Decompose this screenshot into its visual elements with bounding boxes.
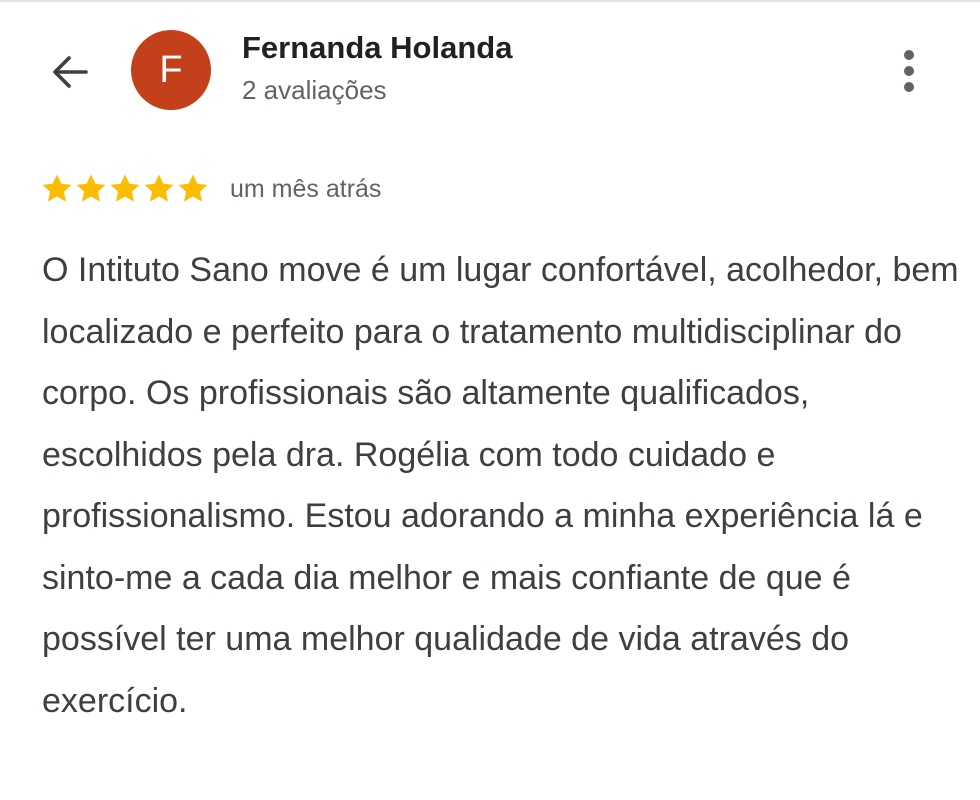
review-text: O Intituto Sano move é um lugar confortá… bbox=[42, 251, 959, 720]
arrow-back-icon bbox=[53, 56, 88, 88]
star-rating bbox=[40, 172, 210, 206]
review-time: um mês atrás bbox=[230, 174, 382, 203]
avatar-initial: F bbox=[159, 48, 183, 91]
more-options-button[interactable] bbox=[886, 46, 932, 96]
star-icon bbox=[178, 174, 208, 202]
avatar[interactable]: F bbox=[131, 30, 211, 110]
back-button[interactable] bbox=[44, 46, 96, 98]
star-icon bbox=[110, 174, 140, 202]
more-vertical-icon bbox=[904, 50, 914, 92]
star-icon bbox=[76, 174, 106, 202]
rating-row: um mês atrás bbox=[40, 170, 381, 208]
reviewer-name[interactable]: Fernanda Holanda bbox=[242, 30, 512, 66]
top-divider bbox=[0, 0, 980, 2]
star-icon bbox=[144, 174, 174, 202]
review-count: 2 avaliações bbox=[242, 75, 387, 105]
star-icon bbox=[42, 174, 72, 202]
